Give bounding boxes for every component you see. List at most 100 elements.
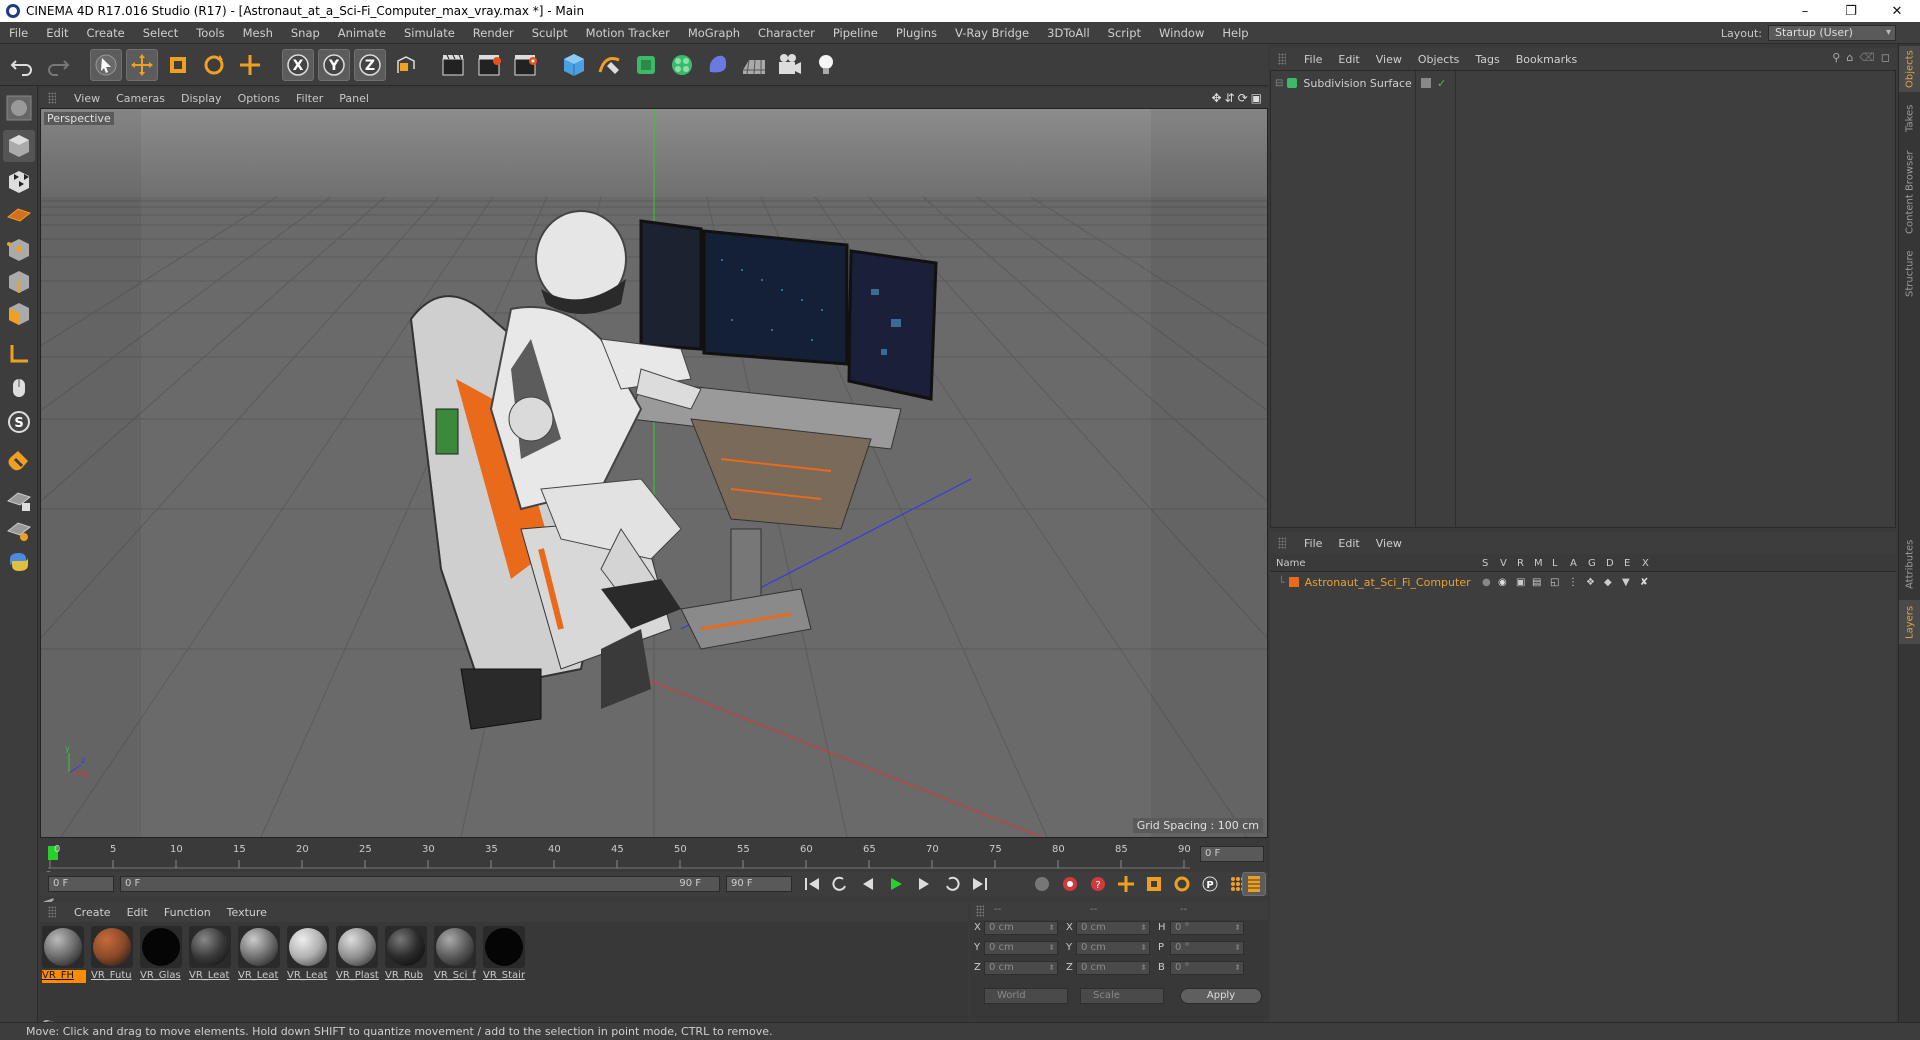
menu-script[interactable]: Script	[1099, 26, 1150, 40]
edges-mode-icon[interactable]	[3, 266, 35, 298]
layer-col-locked[interactable]: L	[1552, 558, 1558, 569]
material-menu-function[interactable]: Function	[156, 906, 219, 919]
object-menu-view[interactable]: View	[1368, 53, 1410, 66]
menu-create[interactable]: Create	[78, 26, 134, 40]
object-menu-objects[interactable]: Objects	[1410, 53, 1468, 66]
menu-mograph[interactable]: MoGraph	[679, 26, 749, 40]
record-active-objects-icon[interactable]	[1030, 872, 1054, 896]
menu-select[interactable]: Select	[134, 26, 187, 40]
camera-icon[interactable]	[774, 49, 806, 81]
timeline-window-icon[interactable]	[1242, 872, 1266, 896]
menu-simulate[interactable]: Simulate	[395, 26, 464, 40]
close-button[interactable]: ✕	[1874, 0, 1920, 22]
layer-col-name[interactable]: Name	[1276, 558, 1306, 569]
recent-tool-icon[interactable]	[234, 49, 266, 81]
size-y-field[interactable]: 0 cm	[1076, 941, 1150, 955]
menu-motion-tracker[interactable]: Motion Tracker	[577, 26, 679, 40]
collapse-icon[interactable]: ⊟	[1275, 78, 1283, 89]
render-clapper-icon[interactable]: ▣	[1516, 577, 1525, 588]
preview-range-slider[interactable]: 0 F 90 F	[120, 876, 720, 892]
scale-icon[interactable]	[162, 49, 194, 81]
rotation-p-field[interactable]: 0 °	[1170, 941, 1244, 955]
generators-icon[interactable]: ❖	[1586, 577, 1595, 588]
go-to-end-icon[interactable]	[968, 872, 992, 896]
layer-col-render[interactable]: R	[1517, 558, 1524, 569]
panel-gripper[interactable]	[1278, 537, 1286, 549]
menu-edit[interactable]: Edit	[37, 26, 77, 40]
size-z-field[interactable]: 0 cm	[1076, 961, 1150, 975]
model-mode-icon[interactable]	[3, 130, 35, 162]
make-editable-icon[interactable]	[3, 92, 35, 124]
rotation-h-field[interactable]: 0 °	[1170, 921, 1244, 935]
axis-mode-icon[interactable]	[3, 338, 35, 370]
previous-frame-icon[interactable]	[856, 872, 880, 896]
menu-tools[interactable]: Tools	[187, 26, 233, 40]
layer-col-animation[interactable]: A	[1570, 558, 1577, 569]
texture-mode-icon[interactable]	[3, 166, 35, 198]
xref-icon[interactable]: ✘	[1640, 577, 1648, 588]
scale-key-icon[interactable]	[1142, 872, 1166, 896]
material-swatch[interactable]: VR_Leat	[189, 926, 233, 983]
visible-eye-icon[interactable]: ◉	[1498, 577, 1507, 588]
render-picture-viewer-icon[interactable]	[474, 49, 506, 81]
panel-gripper[interactable]	[48, 906, 56, 918]
apply-button[interactable]: Apply	[1180, 988, 1262, 1004]
undo-icon[interactable]	[6, 49, 38, 81]
search-icon[interactable]: ⚲	[1832, 51, 1840, 64]
size-x-field[interactable]: 0 cm	[1076, 921, 1150, 935]
deformers-icon[interactable]: ◆	[1604, 577, 1612, 588]
position-key-icon[interactable]	[1114, 872, 1138, 896]
new-window-icon[interactable]: ◻	[1881, 51, 1890, 64]
object-menu-bookmarks[interactable]: Bookmarks	[1508, 53, 1585, 66]
menu-animate[interactable]: Animate	[329, 26, 395, 40]
tab-takes[interactable]: Takes	[1899, 100, 1920, 136]
parameter-key-icon[interactable]: P	[1198, 872, 1222, 896]
material-swatch[interactable]: VR_Leat	[287, 926, 331, 983]
material-menu-edit[interactable]: Edit	[119, 906, 156, 919]
coordinate-space-dropdown[interactable]: World	[984, 988, 1068, 1004]
layer-color-icon[interactable]	[1421, 78, 1431, 88]
menu-file[interactable]: File	[0, 26, 37, 40]
viewport-rotate-icon[interactable]: ⟳	[1238, 91, 1248, 105]
viewport-menu-filter[interactable]: Filter	[288, 92, 331, 105]
layer-col-generators[interactable]: G	[1588, 558, 1596, 569]
move-icon[interactable]	[126, 48, 158, 81]
expressions-icon[interactable]: ▼	[1622, 577, 1630, 588]
solo-dot-icon[interactable]: ●	[1482, 577, 1491, 588]
object-menu-tags[interactable]: Tags	[1467, 53, 1507, 66]
lock-icon[interactable]: ◱	[1550, 577, 1559, 588]
keyframe-selection-icon[interactable]: ?	[1086, 872, 1110, 896]
menu-pipeline[interactable]: Pipeline	[824, 26, 887, 40]
layer-menu-file[interactable]: File	[1296, 537, 1330, 550]
previous-key-icon[interactable]	[828, 872, 852, 896]
tweak-mode-icon[interactable]	[3, 372, 35, 404]
object-row[interactable]: ⊟ Subdivision Surface ✓	[1271, 75, 1895, 91]
panel-gripper[interactable]	[976, 905, 984, 917]
magnet-icon[interactable]	[3, 446, 35, 478]
menu-help[interactable]: Help	[1213, 26, 1257, 40]
viewport-maximize-icon[interactable]: ▣	[1251, 91, 1262, 105]
play-icon[interactable]	[884, 872, 908, 896]
menu-sculpt[interactable]: Sculpt	[523, 26, 577, 40]
material-swatch[interactable]: VR_Futu	[91, 926, 135, 983]
tab-attributes[interactable]: Attributes	[1899, 534, 1920, 594]
layer-col-deformers[interactable]: D	[1606, 558, 1614, 569]
python-icon[interactable]	[3, 546, 35, 578]
subdivision-surface-icon[interactable]	[630, 49, 662, 81]
position-x-field[interactable]: 0 cm	[984, 921, 1058, 935]
workplane-icon[interactable]	[3, 198, 35, 230]
light-icon[interactable]	[810, 49, 842, 81]
layer-menu-edit[interactable]: Edit	[1330, 537, 1367, 550]
layer-menu-view[interactable]: View	[1368, 537, 1410, 550]
timeline-ruler[interactable]: 0 5 10 15 20 25 30 35 40 45 50 55 60 65 …	[40, 842, 1268, 870]
position-z-field[interactable]: 0 cm	[984, 961, 1058, 975]
current-frame-field[interactable]: 0 F	[1200, 846, 1264, 862]
layer-col-xref[interactable]: X	[1642, 558, 1649, 569]
redo-icon[interactable]	[42, 49, 74, 81]
tab-structure[interactable]: Structure	[1899, 246, 1920, 302]
viewport-menu-display[interactable]: Display	[173, 92, 230, 105]
minimize-button[interactable]: –	[1782, 0, 1828, 22]
rotation-key-icon[interactable]	[1170, 872, 1194, 896]
animation-icon[interactable]: ⋮	[1568, 577, 1578, 588]
position-y-field[interactable]: 0 cm	[984, 941, 1058, 955]
